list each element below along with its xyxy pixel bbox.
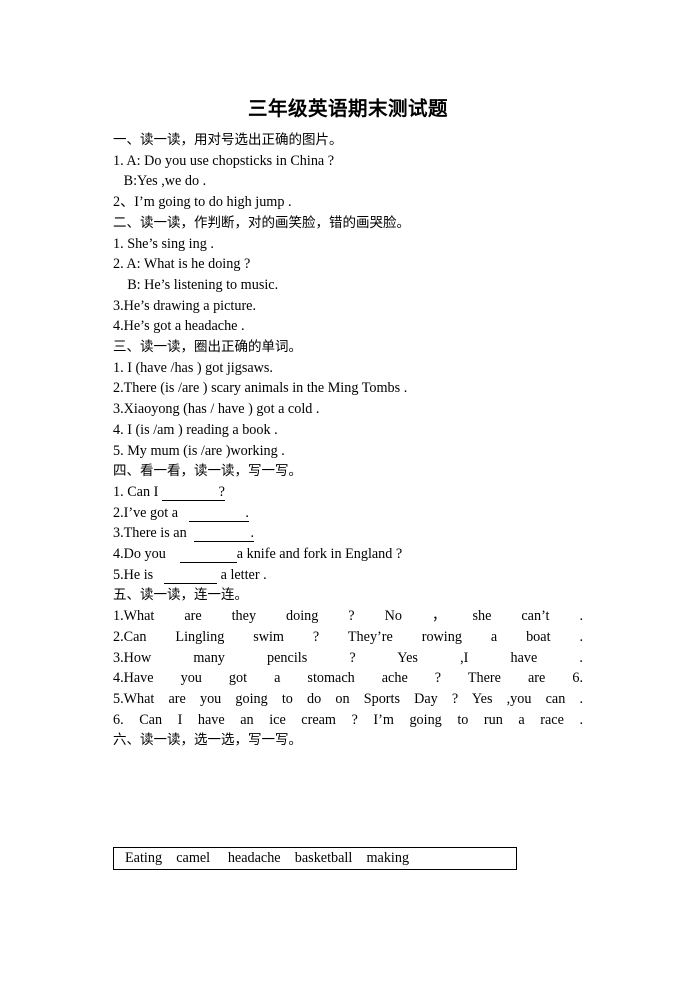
match-item: 2.Can Lingling swim ? They’re rowing a b…	[113, 627, 583, 648]
fill-in-line: 5.He is a letter .	[113, 565, 583, 586]
question-line: 1. A: Do you use chopsticks in China ?	[113, 152, 335, 169]
question-line: 2. A: What is he doing ?	[113, 256, 251, 273]
section-heading-2: 二、读一读，作判断，对的画笑脸，错的画哭脸。	[113, 214, 410, 231]
question-line: 1. I (have /has ) got jigsaws.	[113, 359, 273, 376]
section-heading-4: 四、看一看，读一读，写一写。	[113, 463, 302, 480]
fill-in-prefix: 2.I’ve got a	[113, 504, 189, 521]
match-item: 5.What are you going to do on Sports Day…	[113, 689, 583, 710]
answer-blank[interactable]: .	[188, 504, 249, 522]
question-line: B: He’s listening to music.	[113, 276, 279, 293]
section-heading-6: 六、读一读，选一选，写一写。	[113, 732, 302, 749]
match-answer[interactable]: Yes ,I have .	[397, 650, 583, 666]
match-item: 1.What are they doing ? No ，she can’t .	[113, 606, 583, 627]
question-line: 1. She’s sing ing .	[113, 235, 214, 252]
word-bank-words: Eating camel headache basketball making	[125, 850, 410, 866]
question-line: 2、I’m going to do high jump .	[113, 194, 292, 211]
section-heading-1: 一、读一读，用对号选出正确的图片。	[113, 132, 343, 148]
question-line: 5. My mum (is /are )working .	[113, 442, 285, 459]
fill-in-suffix: a knife and fork in England ?	[236, 546, 403, 563]
match-answer[interactable]: No ，she can’t .	[385, 608, 583, 624]
answer-blank[interactable]	[180, 546, 237, 564]
match-item: 4.Have you got a stomach ache ? There ar…	[113, 668, 583, 689]
question-line: 4.He’s got a headache .	[113, 318, 245, 335]
answer-blank[interactable]: ?	[161, 483, 225, 501]
answer-blank[interactable]	[163, 566, 218, 584]
page-title: 三年级英语期末测试题	[247, 97, 448, 120]
match-question[interactable]: 2.Can Lingling swim ?	[113, 629, 319, 645]
fill-in-suffix: a letter .	[217, 566, 267, 583]
answer-blank[interactable]: .	[193, 525, 255, 543]
fill-in-prefix: 4.Do you	[113, 546, 180, 563]
section-heading-3: 三、读一读，圈出正确的单词。	[113, 339, 302, 356]
question-line: 4. I (is /am ) reading a book .	[113, 421, 278, 438]
fill-in-line: 1. Can I ?	[113, 482, 583, 503]
fill-in-prefix: 3.There is an	[113, 525, 194, 542]
match-answer[interactable]: They’re rowing a boat .	[348, 629, 583, 645]
match-question[interactable]: 5.What are you going to do on Sports Day…	[113, 691, 458, 707]
document-page: 三年级英语期末测试题 一、读一读，用对号选出正确的图片。 1. A: Do yo…	[0, 0, 696, 983]
match-question[interactable]: 6. Can I have an ice cream ?	[113, 712, 358, 728]
word-bank-box: Eating camel headache basketball making	[113, 847, 517, 870]
fill-in-prefix: 5.He is	[113, 566, 164, 583]
fill-in-line: 4.Do you a knife and fork in England ?	[113, 544, 583, 565]
match-answer[interactable]: Yes ,you can .	[472, 691, 583, 707]
match-item: 6. Can I have an ice cream ? I’m going t…	[113, 710, 583, 731]
fill-in-line: 2.I’ve got a .	[113, 503, 583, 524]
match-question[interactable]: 3.How many pencils ?	[113, 650, 356, 666]
match-answer[interactable]: There are 6.	[468, 670, 583, 686]
question-line: 2.There (is /are ) scary animals in the …	[113, 380, 408, 397]
match-question[interactable]: 4.Have you got a stomach ache ?	[113, 670, 441, 686]
question-line: B:Yes ,we do .	[113, 173, 207, 190]
document-body: 三年级英语期末测试题 一、读一读，用对号选出正确的图片。 1. A: Do yo…	[113, 96, 583, 751]
question-line: 3.He’s drawing a picture.	[113, 297, 257, 314]
fill-in-prefix: 1. Can I	[113, 483, 162, 500]
match-question[interactable]: 1.What are they doing ?	[113, 608, 355, 624]
match-answer[interactable]: I’m going to run a race .	[373, 712, 583, 728]
match-item: 3.How many pencils ? Yes ,I have .	[113, 648, 583, 669]
fill-in-line: 3.There is an .	[113, 523, 583, 544]
section-heading-5: 五、读一读，连一连。	[113, 587, 248, 604]
question-line: 3.Xiaoyong (has / have ) got a cold .	[113, 401, 320, 418]
